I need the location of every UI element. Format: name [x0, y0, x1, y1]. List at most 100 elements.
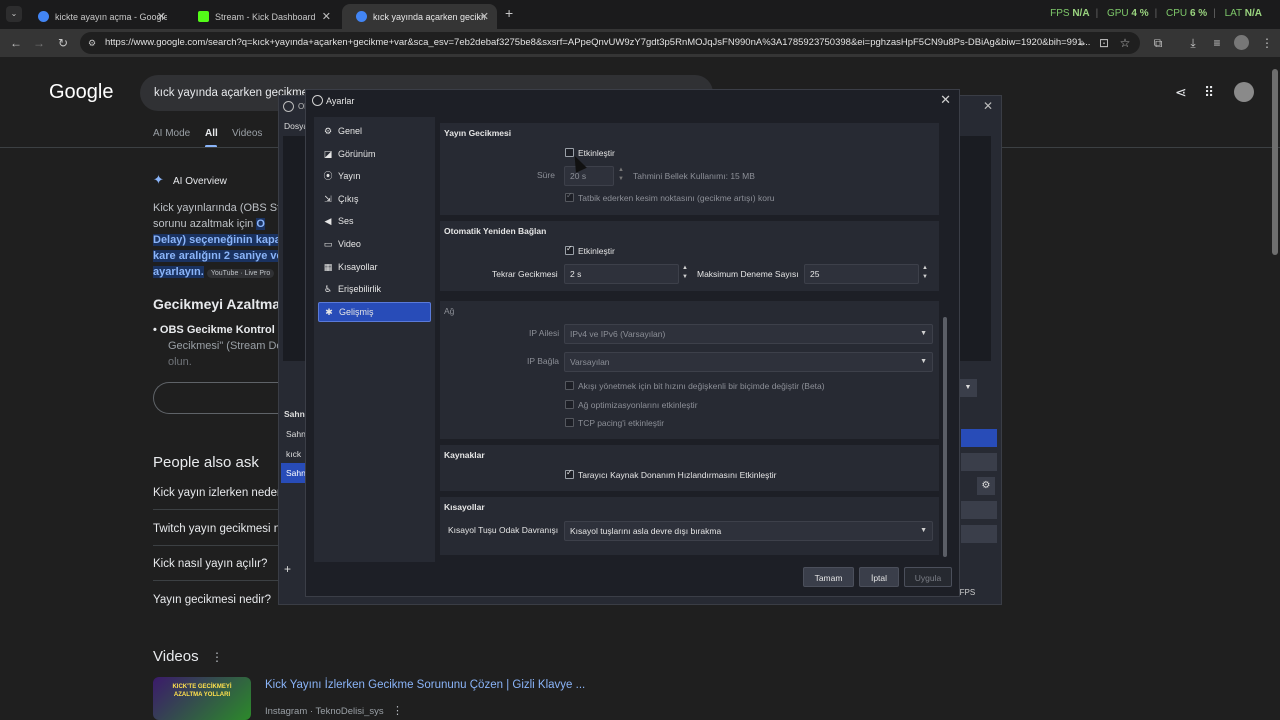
bookmark-star-icon[interactable]: ☆	[1117, 35, 1133, 51]
overview-line: sorunu azaltmak için O	[153, 218, 265, 230]
speaker-icon: ◀	[324, 216, 332, 226]
download-icon[interactable]: ⤓	[1185, 35, 1201, 51]
spin-arrows[interactable]: ▲ ▼	[615, 166, 627, 186]
apps-grid-icon[interactable]: ⠿	[1204, 84, 1214, 101]
back-icon[interactable]: ←	[8, 35, 24, 51]
dropdown-button[interactable]: ▼	[959, 379, 977, 397]
duration-spinbox[interactable]: 20 s	[564, 166, 614, 186]
cpu-value: 6 %	[1189, 8, 1208, 19]
ip-bind-dropdown[interactable]: Varsayılan ▼	[564, 352, 933, 372]
nav-all[interactable]: All	[205, 128, 218, 139]
translate-icon[interactable]: ⊡	[1096, 35, 1112, 51]
tcp-pacing-checkbox[interactable]	[565, 418, 574, 427]
sidebar-item-output[interactable]: ⇲ Çıkış	[318, 189, 431, 209]
obs-logo-icon	[283, 101, 294, 112]
page-scrollbar[interactable]	[1272, 69, 1278, 255]
forward-icon[interactable]: →	[31, 35, 47, 51]
checkbox-label: Ağ optimizasyonlarını etkinleştir	[578, 400, 698, 410]
sidebar-item-advanced[interactable]: ✱ Gelişmiş	[318, 302, 431, 322]
sidebar-item-stream[interactable]: ⦿ Yayın	[318, 166, 431, 186]
video-more-icon[interactable]: ⋮	[392, 704, 403, 717]
sidebar-item-video[interactable]: ▭ Video	[318, 234, 431, 254]
scene-item-selected[interactable]: Sahne	[281, 463, 311, 483]
close-icon[interactable]: ✕	[983, 99, 993, 113]
gpu-value: 4 %	[1131, 8, 1149, 19]
google-logo[interactable]: Google	[49, 81, 114, 104]
extensions-icon[interactable]: ⧉	[1150, 35, 1166, 51]
settings-gear-icon[interactable]: ⚙	[977, 477, 995, 495]
ip-family-dropdown[interactable]: IPv4 ve IPv6 (Varsayılan) ▼	[564, 324, 933, 344]
paa-question[interactable]: Kick nasıl yayın açılır?	[153, 558, 267, 570]
profile-avatar[interactable]	[1234, 35, 1249, 50]
close-icon[interactable]: ✕	[157, 10, 166, 23]
preserve-cutpoint-checkbox[interactable]	[565, 191, 574, 202]
browser-hw-accel-checkbox[interactable]	[565, 468, 574, 479]
source-chip: YouTube · Live Pro	[206, 269, 275, 278]
source-row[interactable]	[961, 453, 997, 471]
sidebar-item-appearance[interactable]: ◪ Görünüm	[318, 144, 431, 164]
sidebar-item-hotkeys[interactable]: ▦ Kısayollar	[318, 257, 431, 277]
browser-tab-active[interactable]: kıck yayında açarken gecikme v ✕	[342, 4, 497, 29]
share-icon[interactable]: ⋖	[1175, 84, 1187, 101]
settings-content: Yayın Gecikmesi Etkinleştir Süre 20 s ▲ ▼…	[440, 117, 950, 562]
video-title-link[interactable]: Kick Yayını İzlerken Gecikme Sorununu Çö…	[265, 679, 585, 691]
reload-icon[interactable]: ↻	[55, 35, 71, 51]
account-avatar[interactable]	[1234, 82, 1254, 102]
video-thumbnail[interactable]: KICK'TE GECİKMEYİ AZALTMA YOLLARI	[153, 677, 251, 720]
paa-question[interactable]: Kick yayın izlerken neden	[153, 487, 283, 499]
browser-tab[interactable]: kickte ayayın açma - Google Se ✕	[24, 4, 174, 29]
bullet-item: • OBS Gecikme Kontrol	[153, 324, 275, 336]
control-button[interactable]	[961, 501, 997, 519]
ok-button[interactable]: Tamam	[803, 567, 854, 587]
obs-logo-icon	[312, 95, 323, 106]
more-options-icon[interactable]: ⋮	[211, 650, 223, 664]
location-icon[interactable]: ⌖	[1074, 35, 1090, 51]
control-button[interactable]	[961, 525, 997, 543]
menu-dots-icon[interactable]: ⋮	[1259, 35, 1275, 51]
media-controls-icon[interactable]: ≡	[1209, 35, 1225, 51]
lat-value: N/A	[1244, 8, 1262, 19]
section-title: Kısayollar	[444, 502, 485, 512]
new-tab-button[interactable]: +	[505, 5, 513, 21]
nav-videos[interactable]: Videos	[232, 128, 262, 139]
network-optim-checkbox[interactable]	[565, 400, 574, 409]
ai-overview-label: AI Overview	[173, 176, 227, 187]
selected-source-row[interactable]	[961, 429, 997, 447]
spin-arrows[interactable]: ▲ ▼	[679, 264, 691, 284]
browser-tab[interactable]: Stream - Kick Dashboard ✕	[184, 4, 339, 29]
address-bar[interactable]: ⚙ https://www.google.com/search?q=kıck+y…	[80, 32, 1140, 54]
add-scene-button[interactable]: +	[284, 562, 291, 576]
browser-toolbar: ← → ↻ ⚙ https://www.google.com/search?q=…	[0, 29, 1280, 57]
scene-item[interactable]: kıck	[286, 449, 301, 459]
max-retries-spinbox[interactable]: 25	[804, 264, 919, 284]
preview-area-right	[959, 136, 991, 361]
sidebar-item-general[interactable]: ⚙ Genel	[318, 121, 431, 141]
section-title: Yayın Gecikmesi	[444, 128, 512, 138]
tab-search-dropdown[interactable]: ⌄	[6, 6, 22, 22]
bullet-continuation: Gecikmesi" (Stream De	[168, 340, 283, 352]
sidebar-item-accessibility[interactable]: ♿ Erişebilirlik	[318, 279, 431, 299]
close-icon[interactable]: ✕	[940, 92, 951, 108]
hotkey-focus-label: Kısayol Tuşu Odak Davranışı	[448, 525, 559, 535]
apply-button[interactable]: Uygula	[904, 567, 952, 587]
google-favicon-icon	[356, 11, 367, 22]
content-scrollbar[interactable]	[943, 317, 947, 557]
reconnect-enable-checkbox[interactable]	[565, 244, 574, 255]
memory-estimate: Tahmini Bellek Kullanımı: 15 MB	[633, 171, 755, 181]
section-title: Ağ	[444, 306, 455, 316]
site-info-icon[interactable]: ⚙	[88, 32, 96, 54]
cancel-button[interactable]: İptal	[859, 567, 899, 587]
retry-delay-spinbox[interactable]: 2 s	[564, 264, 679, 284]
hotkey-focus-dropdown[interactable]: Kısayol tuşlarını asla devre dışı bırakm…	[564, 521, 933, 541]
sidebar-item-audio[interactable]: ◀ Ses	[318, 211, 431, 231]
show-more-button[interactable]	[153, 382, 293, 414]
spin-arrows[interactable]: ▲ ▼	[919, 264, 931, 284]
close-icon[interactable]: ✕	[480, 10, 489, 23]
paa-question[interactable]: Yayın gecikmesi nedir?	[153, 594, 271, 606]
dynamic-bitrate-checkbox[interactable]	[565, 381, 574, 390]
nav-ai-mode[interactable]: AI Mode	[153, 128, 190, 139]
section-title: Kaynaklar	[444, 450, 485, 460]
paa-question[interactable]: Twitch yayın gecikmesi na	[153, 523, 287, 535]
close-icon[interactable]: ✕	[322, 10, 331, 23]
overview-line: Kick yayınlarında (OBS Stu	[153, 202, 287, 214]
